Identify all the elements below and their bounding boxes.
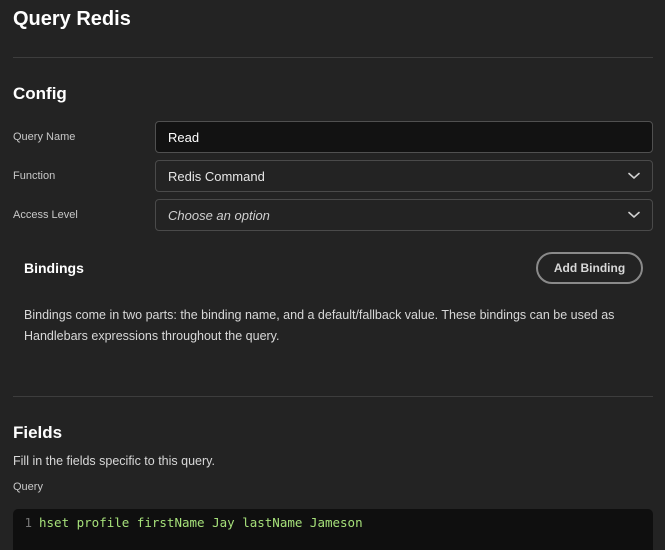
bindings-description: Bindings come in two parts: the binding … <box>24 308 615 343</box>
page-title: Query Redis <box>13 8 131 30</box>
chevron-down-icon <box>628 211 640 218</box>
function-select[interactable]: Redis Command <box>155 160 653 192</box>
function-label: Function <box>13 170 56 182</box>
fields-description: Fill in the fields specific to this quer… <box>13 454 215 468</box>
add-binding-button[interactable]: Add Binding <box>536 252 643 284</box>
code-line[interactable]: hset profile firstName Jay lastName Jame… <box>39 515 363 550</box>
query-label: Query <box>13 481 43 493</box>
query-name-label: Query Name <box>13 131 76 143</box>
access-level-placeholder: Choose an option <box>168 207 270 223</box>
divider <box>13 396 653 397</box>
chevron-down-icon <box>628 172 640 179</box>
access-level-label: Access Level <box>13 209 78 221</box>
divider <box>13 57 653 58</box>
query-name-input[interactable]: Read <box>155 121 653 153</box>
line-number: 1 <box>24 515 32 530</box>
query-name-value: Read <box>168 129 200 145</box>
fields-section-title: Fields <box>13 423 63 442</box>
bindings-title: Bindings <box>24 260 84 276</box>
query-editor[interactable]: 1 hset profile firstName Jay lastName Ja… <box>13 509 653 550</box>
access-level-select[interactable]: Choose an option <box>155 199 653 231</box>
function-value: Redis Command <box>168 168 265 184</box>
config-section-title: Config <box>13 84 67 103</box>
